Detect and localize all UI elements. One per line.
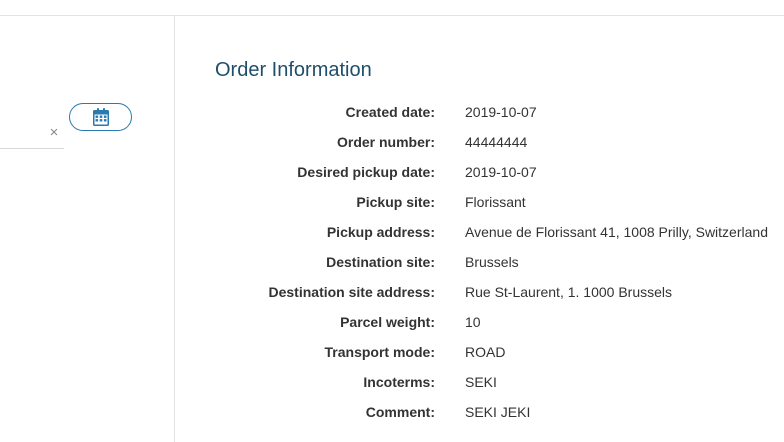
info-label: Desired pickup date: <box>297 164 435 180</box>
info-label: Pickup address: <box>326 224 435 240</box>
info-row-destination-site-address: Destination site address: Rue St-Laurent… <box>180 277 780 307</box>
clear-icon[interactable]: × <box>48 125 60 141</box>
info-label: Created date: <box>345 104 435 120</box>
date-input[interactable] <box>0 120 44 146</box>
calendar-button[interactable] <box>69 103 132 131</box>
info-label: Order number: <box>336 134 435 150</box>
info-value: Florissant <box>465 194 526 210</box>
info-row-pickup-site: Pickup site: Florissant <box>180 187 780 217</box>
info-row-transport-mode: Transport mode: ROAD <box>180 337 780 367</box>
info-label: Parcel weight: <box>340 314 435 330</box>
info-value: 44444444 <box>465 134 528 150</box>
info-value: 2019-10-07 <box>465 104 537 120</box>
info-row-destination-site: Destination site: Brussels <box>180 247 780 277</box>
date-input-wrapper: × <box>0 120 64 149</box>
info-label: Destination site address: <box>268 284 436 300</box>
info-row-pickup-address: Pickup address: Avenue de Florissant 41,… <box>180 217 780 247</box>
info-row-order-number: Order number: 44444444 <box>180 127 780 157</box>
order-information-title: Order Information <box>215 59 372 81</box>
order-info-list: Created date: 2019-10-07 Order number: 4… <box>180 97 780 427</box>
info-value: 10 <box>465 314 481 330</box>
info-label: Transport mode: <box>324 344 435 360</box>
info-row-parcel-weight: Parcel weight: 10 <box>180 307 780 337</box>
info-label: Pickup site: <box>356 194 435 210</box>
info-value: Avenue de Florissant 41, 1008 Prilly, Sw… <box>465 224 768 240</box>
info-row-created-date: Created date: 2019-10-07 <box>180 97 780 127</box>
info-value: SEKI JEKI <box>465 404 531 420</box>
left-panel: × <box>0 16 175 442</box>
info-value: Rue St-Laurent, 1. 1000 Brussels <box>465 284 673 300</box>
info-value: SEKI <box>465 374 497 390</box>
info-row-incoterms: Incoterms: SEKI <box>180 367 780 397</box>
info-label: Comment: <box>365 404 435 420</box>
info-value: Brussels <box>465 254 519 270</box>
info-label: Destination site: <box>326 254 435 270</box>
info-value: ROAD <box>465 344 506 360</box>
calendar-icon <box>92 108 109 126</box>
info-row-comment: Comment: SEKI JEKI <box>180 397 780 427</box>
info-label: Incoterms: <box>363 374 435 390</box>
page: × Order Information Created date: 2019-1… <box>0 0 784 442</box>
info-value: 2019-10-07 <box>465 164 537 180</box>
info-row-desired-pickup-date: Desired pickup date: 2019-10-07 <box>180 157 780 187</box>
